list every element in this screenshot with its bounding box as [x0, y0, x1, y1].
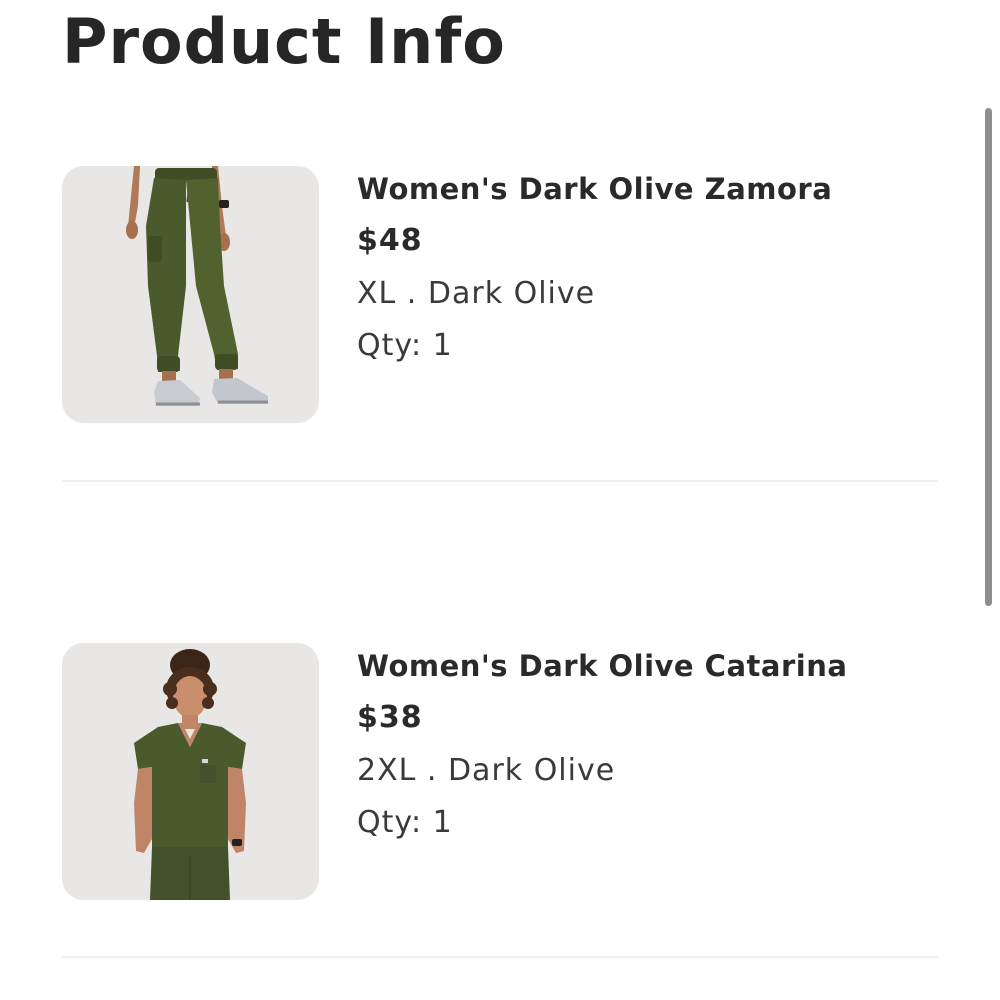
divider	[62, 956, 938, 958]
product-quantity: Qty: 1	[357, 328, 453, 363]
scrollbar[interactable]	[985, 108, 992, 606]
product-price: $38	[357, 700, 423, 735]
divider	[62, 480, 938, 482]
pants-illustration	[62, 166, 319, 423]
product-variant: XL . Dark Olive	[357, 276, 596, 311]
product-image-top[interactable]	[62, 643, 319, 900]
product-quantity: Qty: 1	[357, 805, 453, 840]
page-title: Product Info	[62, 5, 506, 78]
product-image-pants[interactable]	[62, 166, 319, 423]
product-price: $48	[357, 223, 423, 258]
product-name[interactable]: Women's Dark Olive Zamora	[357, 172, 832, 206]
product-info-page: Product Info Women's Dark Olive Zamora $…	[0, 0, 1000, 1000]
product-variant: 2XL . Dark Olive	[357, 753, 616, 788]
top-illustration	[62, 643, 319, 900]
product-name[interactable]: Women's Dark Olive Catarina	[357, 649, 847, 683]
